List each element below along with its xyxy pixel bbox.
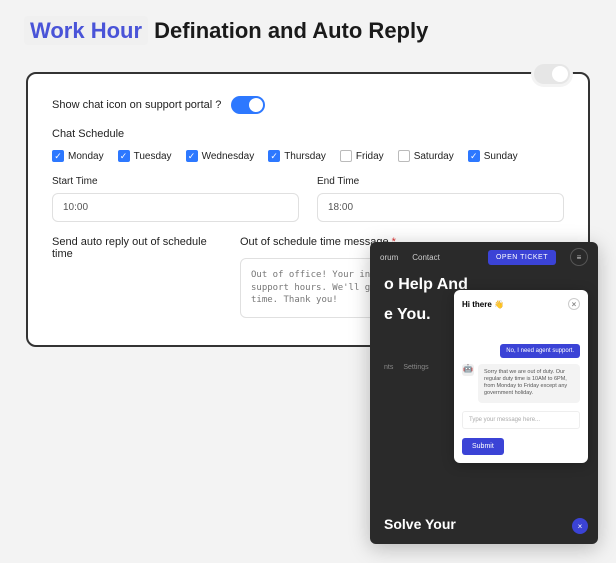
checkbox-icon: [398, 150, 410, 162]
checkbox-icon: ✓: [52, 150, 64, 162]
open-ticket-button[interactable]: OPEN TICKET: [488, 250, 556, 265]
end-time-input[interactable]: [317, 193, 564, 222]
checkbox-icon: ✓: [268, 150, 280, 162]
start-time-input[interactable]: [52, 193, 299, 222]
site-preview: orum Contact OPEN TICKET ≡ o Help And e …: [370, 242, 598, 544]
title-rest: Defination and Auto Reply: [148, 18, 428, 43]
tab-settings[interactable]: Settings: [403, 364, 428, 371]
end-time-label: End Time: [317, 176, 564, 187]
close-icon: ×: [578, 522, 583, 531]
chat-greeting: Hi there 👋: [462, 300, 504, 309]
day-monday[interactable]: ✓Monday: [52, 150, 104, 162]
days-row: ✓Monday ✓Tuesday ✓Wednesday ✓Thursday Fr…: [52, 150, 564, 162]
bot-message: Sorry that we are out of duty. Our regul…: [478, 364, 580, 403]
checkbox-icon: ✓: [468, 150, 480, 162]
chat-message-input[interactable]: Type your message here...: [462, 411, 580, 429]
bot-icon: 🤖: [462, 364, 474, 376]
auto-reply-label: Send auto reply out of schedule time: [52, 236, 222, 260]
wave-icon: 👋: [494, 300, 504, 309]
tab-nts[interactable]: nts: [384, 364, 393, 371]
schedule-label: Chat Schedule: [52, 128, 564, 140]
agent-support-pill[interactable]: No, I need agent support.: [500, 344, 580, 358]
nav-item-contact[interactable]: Contact: [412, 253, 440, 262]
day-wednesday[interactable]: ✓Wednesday: [186, 150, 255, 162]
title-highlight: Work Hour: [24, 16, 148, 45]
checkbox-icon: [340, 150, 352, 162]
nav-item-forum[interactable]: orum: [380, 253, 398, 262]
checkbox-icon: ✓: [118, 150, 130, 162]
chat-widget: Hi there 👋 × No, I need agent support. 🤖…: [454, 290, 588, 463]
day-tuesday[interactable]: ✓Tuesday: [118, 150, 172, 162]
hamburger-icon[interactable]: ≡: [570, 248, 588, 266]
day-sunday[interactable]: ✓Sunday: [468, 150, 518, 162]
checkbox-icon: ✓: [186, 150, 198, 162]
day-friday[interactable]: Friday: [340, 150, 384, 162]
solve-heading: Solve Your: [370, 504, 470, 536]
show-chat-toggle[interactable]: [231, 96, 265, 114]
card-mini-toggle[interactable]: [534, 64, 570, 84]
day-thursday[interactable]: ✓Thursday: [268, 150, 326, 162]
submit-button[interactable]: Submit: [462, 438, 504, 455]
close-icon[interactable]: ×: [568, 298, 580, 310]
chat-fab-button[interactable]: ×: [572, 518, 588, 534]
start-time-label: Start Time: [52, 176, 299, 187]
day-saturday[interactable]: Saturday: [398, 150, 454, 162]
show-chat-label: Show chat icon on support portal ?: [52, 99, 221, 111]
page-title: Work Hour Defination and Auto Reply: [0, 0, 616, 54]
